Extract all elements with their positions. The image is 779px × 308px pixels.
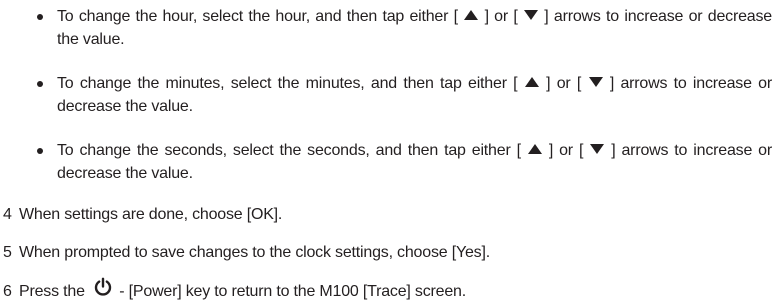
step-text-pre: Press the [19,283,90,301]
bullet-item-minutes: To change the minutes, select the minute… [37,72,772,118]
step-number: 4 [3,206,12,223]
bullet-item-hour: To change the hour, select the hour, and… [37,5,772,51]
bullet-dot [37,81,43,87]
step-5: 5 When prompted to save changes to the cl… [3,242,490,264]
step-4: 4 When settings are done, choose [OK]. [3,204,282,226]
bullet-text: To change the hour, select the hour, and… [57,8,772,48]
triangle-up-icon [527,144,542,155]
step-text-post: - [Power] key to return to the M100 [Tra… [115,283,466,301]
bullet-text: To change the minutes, select the minute… [57,75,772,115]
triangle-down-icon [588,77,603,88]
triangle-down-icon [523,10,538,21]
bullet-dot [37,148,43,154]
step-6: 6 Press the - [Power] key to return to th… [3,277,466,304]
power-icon [93,277,113,304]
triangle-down-icon [590,144,605,155]
triangle-up-icon [464,10,479,21]
triangle-up-icon [524,77,539,88]
step-text: When prompted to save changes to the clo… [19,244,490,261]
step-number: 5 [3,244,12,261]
step-number: 6 [3,283,12,301]
bullet-item-seconds: To change the seconds, select the second… [37,139,772,185]
step-text: When settings are done, choose [OK]. [19,206,283,223]
bullet-dot [37,14,43,20]
bullet-text: To change the seconds, select the second… [57,142,772,182]
instruction-page: To change the hour, select the hour, and… [0,0,779,308]
